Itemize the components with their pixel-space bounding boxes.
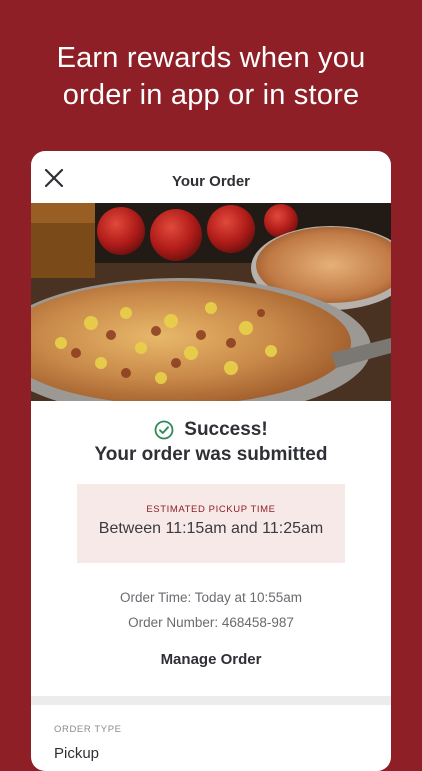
pizza-illustration (31, 203, 391, 401)
promo-headline-line-1: Earn rewards when you (56, 42, 366, 74)
order-card: Your Order Success! Your order was submi… (31, 151, 391, 771)
manage-order-button[interactable]: Manage Order (31, 651, 391, 668)
estimated-pickup-box: ESTIMATED PICKUP TIME Between 11:15am an… (77, 484, 345, 563)
order-type-label: ORDER TYPE (54, 724, 122, 735)
order-card-title: Your Order (171, 172, 251, 190)
promo-headline-line-2: order in app or in store (62, 79, 360, 111)
order-time: Order Time: Today at 10:55am (119, 590, 303, 605)
order-type-value: Pickup (54, 745, 100, 762)
promo-headline: Earn rewards when you order in app or in… (0, 40, 422, 114)
order-type-section: ORDER TYPE Pickup (31, 705, 391, 762)
close-icon[interactable] (43, 167, 65, 189)
order-number: Order Number: 468458-987 (128, 615, 294, 630)
pickup-time: Between 11:15am and 11:25am (98, 520, 324, 537)
order-card-header: Your Order (31, 151, 391, 203)
check-circle-icon (154, 420, 174, 440)
success-title: Success! (184, 419, 268, 440)
order-meta: Order Time: Today at 10:55am Order Numbe… (31, 585, 391, 635)
success-section: Success! Your order was submitted (31, 419, 391, 466)
pickup-label: ESTIMATED PICKUP TIME (146, 504, 276, 515)
success-subtitle: Your order was submitted (94, 444, 328, 465)
pizza-photo (31, 203, 391, 401)
section-divider (31, 696, 391, 705)
